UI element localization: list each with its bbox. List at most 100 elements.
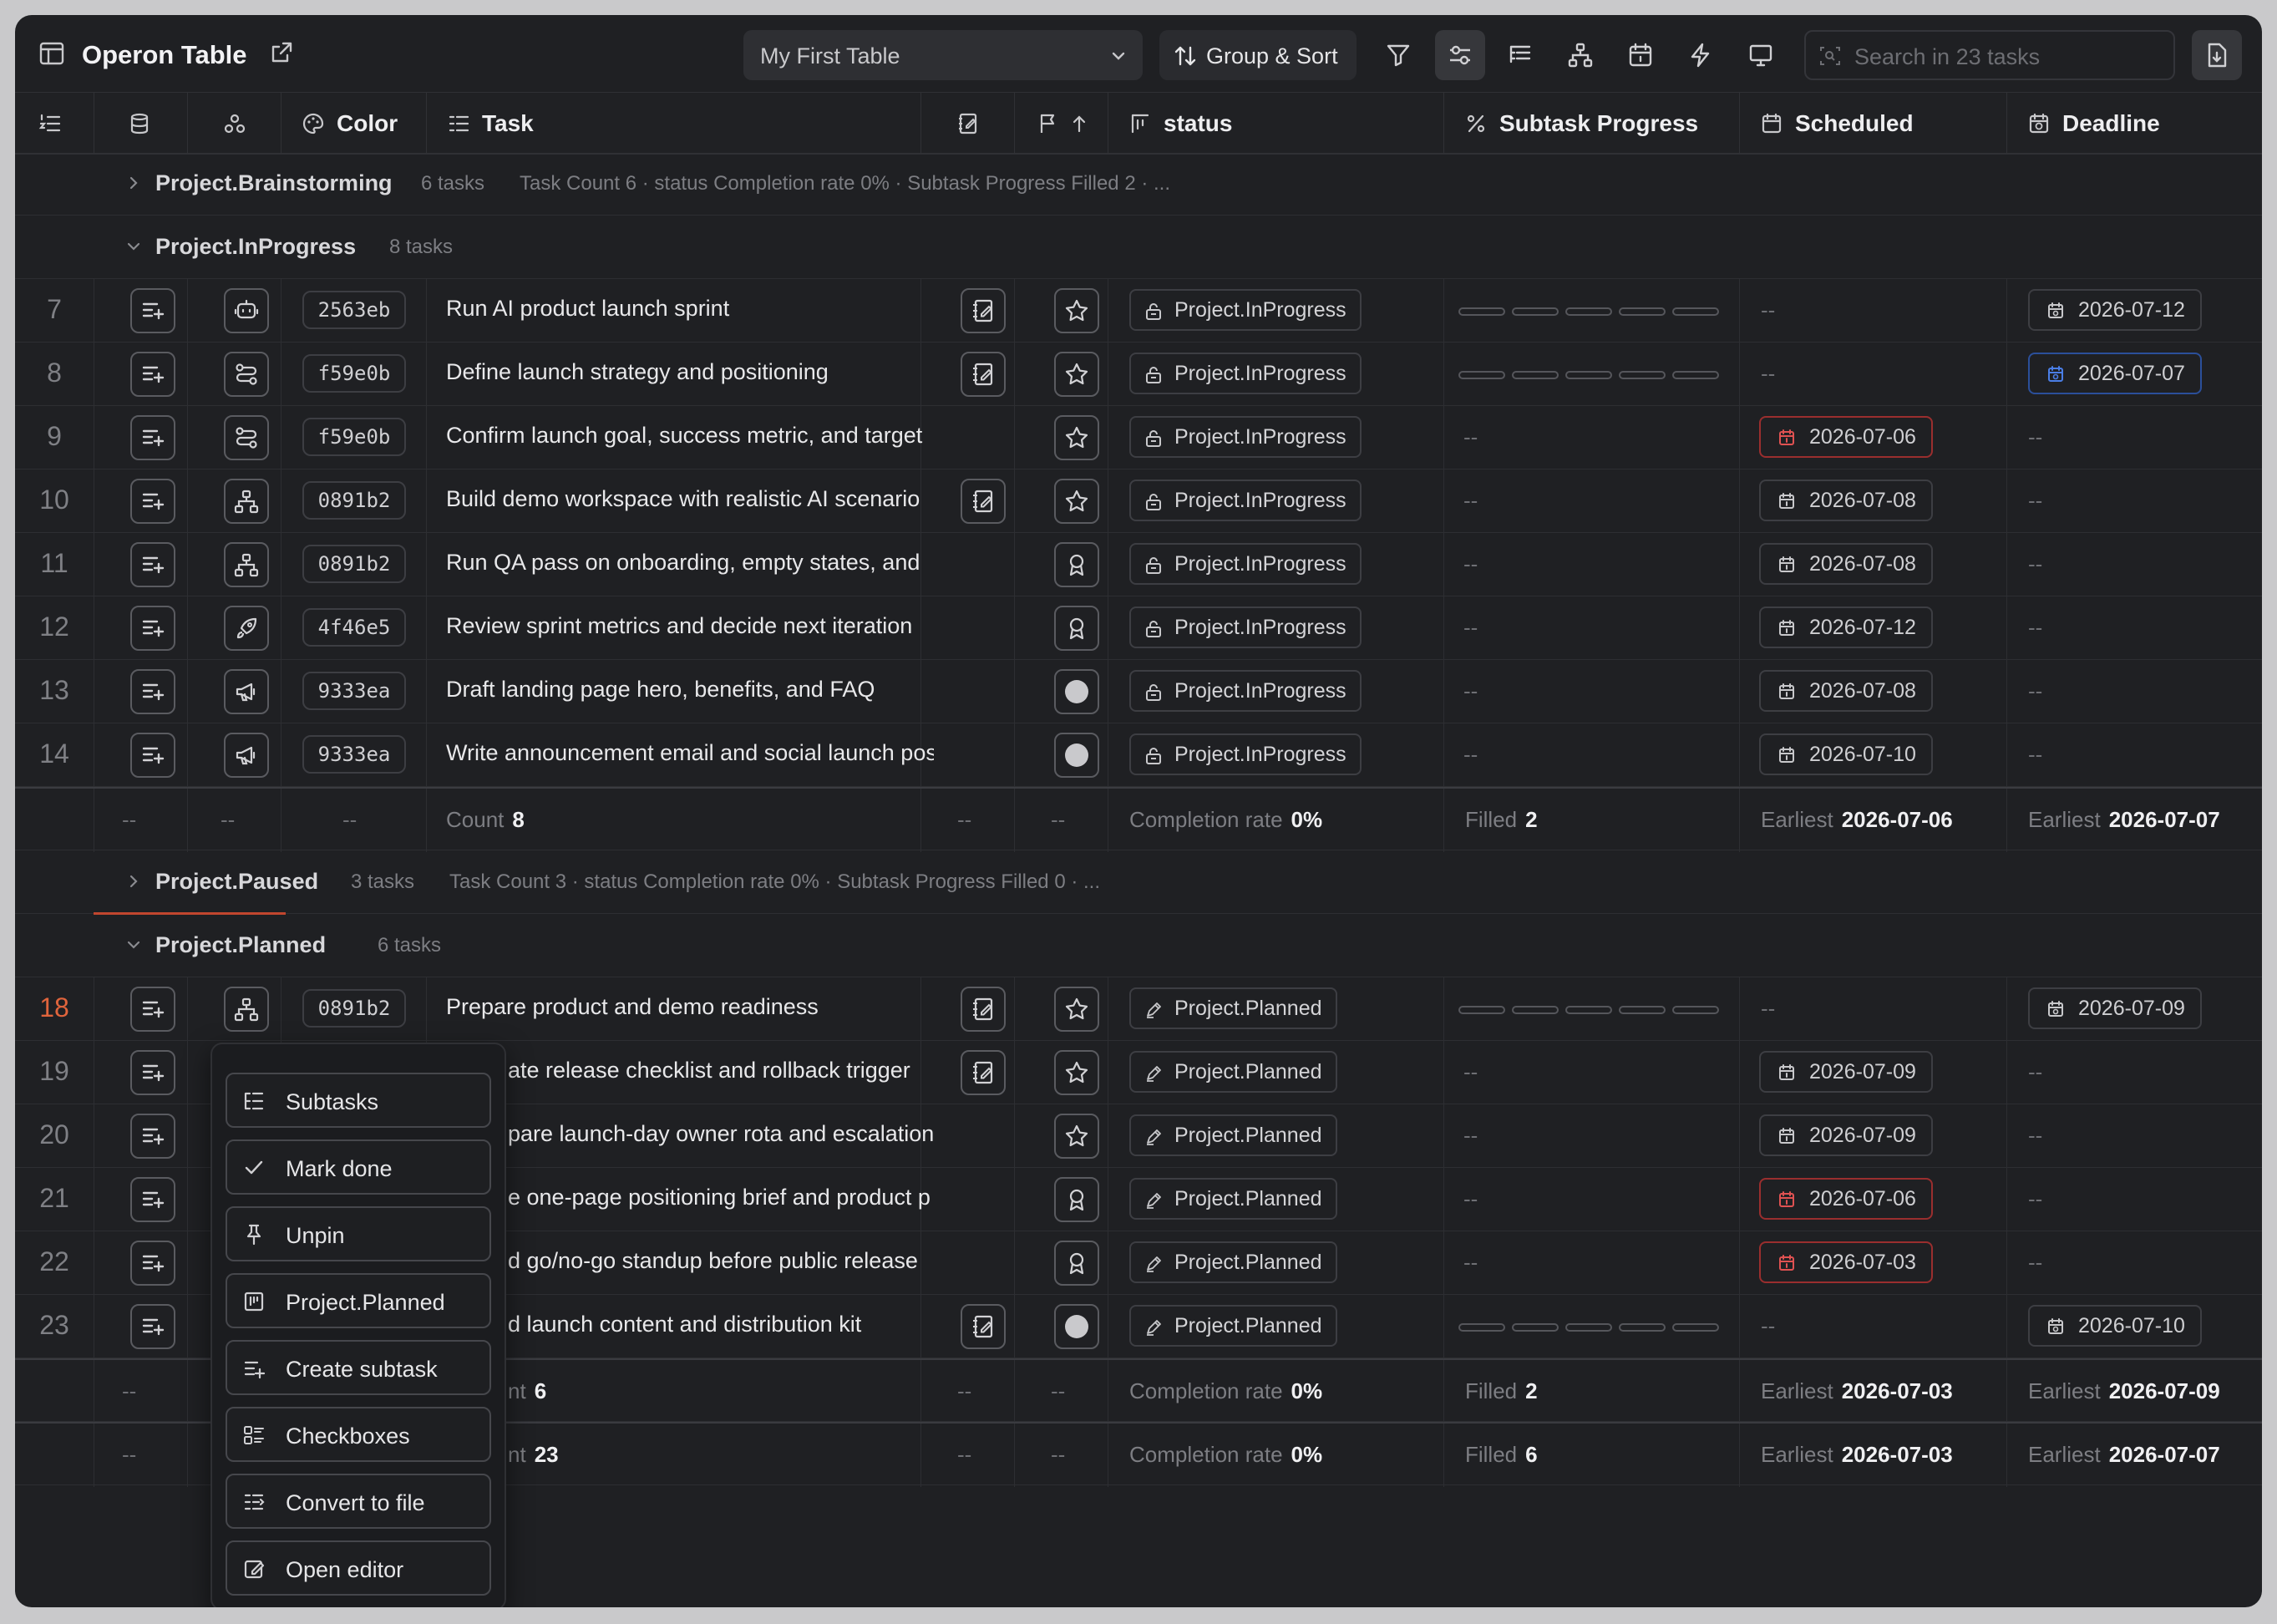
menu-project-planned[interactable]: Project.Planned (226, 1273, 491, 1328)
table-select[interactable]: My First Table (743, 30, 1143, 80)
deadline-date[interactable]: 2026-07-10 (2028, 1305, 2202, 1347)
task-name[interactable]: e one-page positioning brief and product… (508, 1185, 934, 1210)
task-name[interactable]: Write announcement email and social laun… (446, 740, 934, 766)
table-row[interactable]: 9 f59e0b Confirm launch goal, success metr… (15, 406, 2262, 469)
header-row-number[interactable] (15, 93, 94, 153)
task-name[interactable]: Prepare product and demo readiness (446, 994, 934, 1020)
scheduled-date[interactable]: 2026-07-03 (1759, 1241, 1933, 1283)
priority-button[interactable] (1054, 479, 1099, 524)
menu-convert-to-file[interactable]: Convert to file (226, 1474, 491, 1529)
group-header[interactable]: Project.InProgress 8 tasks (15, 216, 2262, 279)
menu-checkboxes[interactable]: Checkboxes (226, 1407, 491, 1462)
color-hash[interactable]: 4f46e5 (302, 608, 406, 647)
header-color[interactable]: Color (281, 93, 426, 153)
chevron-right-icon[interactable] (124, 871, 144, 891)
group-header[interactable]: Project.Planned 6 tasks (15, 914, 2262, 977)
notes-button[interactable] (961, 987, 1006, 1032)
table-row[interactable]: 14 9333ea Write announcement email and soc… (15, 723, 2262, 787)
scheduled-date[interactable]: 2026-07-09 (1759, 1114, 1933, 1156)
settings-sliders-button[interactable] (1435, 30, 1485, 80)
add-subtask-button[interactable] (130, 1304, 175, 1349)
group-header[interactable]: Project.Brainstorming 6 tasks Task Count 6… (15, 152, 2262, 216)
table-row[interactable]: 12 4f46e5 Review sprint metrics and decide… (15, 596, 2262, 660)
add-subtask-button[interactable] (130, 415, 175, 460)
filter-button[interactable] (1373, 30, 1423, 80)
table-row[interactable]: 11 0891b2 Run QA pass on onboarding, empty… (15, 533, 2262, 596)
chevron-down-icon[interactable] (124, 935, 144, 955)
status-badge[interactable]: Project.InProgress (1129, 289, 1362, 331)
notes-button[interactable] (961, 1304, 1006, 1349)
header-status[interactable]: status (1108, 93, 1443, 153)
header-task[interactable]: Task (426, 93, 920, 153)
scheduled-date[interactable]: 2026-07-08 (1759, 543, 1933, 585)
scheduled-date[interactable]: 2026-07-09 (1759, 1051, 1933, 1093)
display-button[interactable] (1736, 30, 1786, 80)
add-subtask-button[interactable] (130, 733, 175, 778)
automation-button[interactable] (1676, 30, 1726, 80)
status-badge[interactable]: Project.Planned (1129, 1178, 1337, 1220)
chevron-right-icon[interactable] (124, 173, 144, 193)
status-badge[interactable]: Project.Planned (1129, 1051, 1337, 1093)
color-hash[interactable]: 9333ea (302, 672, 406, 710)
priority-button[interactable] (1054, 288, 1099, 333)
priority-circle[interactable] (1054, 669, 1099, 714)
priority-button[interactable] (1054, 352, 1099, 397)
export-button[interactable] (2192, 30, 2242, 80)
category-icon-button[interactable] (224, 669, 269, 714)
task-name[interactable]: Draft landing page hero, benefits, and F… (446, 677, 934, 703)
table-row[interactable]: 7 2563eb Run AI product launch sprint Proje… (15, 279, 2262, 343)
task-name[interactable]: Run AI product launch sprint (446, 296, 934, 322)
add-subtask-button[interactable] (130, 669, 175, 714)
status-badge[interactable]: Project.InProgress (1129, 353, 1362, 394)
status-badge[interactable]: Project.Planned (1129, 1305, 1337, 1347)
status-badge[interactable]: Project.Planned (1129, 987, 1337, 1029)
search-field[interactable]: Search in 23 tasks (1804, 30, 2175, 80)
category-icon-button[interactable] (224, 733, 269, 778)
add-subtask-button[interactable] (130, 479, 175, 524)
status-badge[interactable]: Project.Planned (1129, 1241, 1337, 1283)
group-header[interactable]: Project.Paused 3 tasks Task Count 3 · stat… (15, 850, 2262, 914)
add-subtask-button[interactable] (130, 1241, 175, 1286)
task-name[interactable]: Define launch strategy and positioning (446, 359, 934, 385)
category-icon-button[interactable] (224, 606, 269, 651)
header-priority-sort[interactable] (1014, 93, 1108, 153)
priority-circle[interactable] (1054, 1304, 1099, 1349)
scheduled-date[interactable]: 2026-07-06 (1759, 416, 1933, 458)
header-notes[interactable] (920, 93, 1014, 153)
priority-button[interactable] (1054, 415, 1099, 460)
status-badge[interactable]: Project.Planned (1129, 1114, 1337, 1156)
priority-button[interactable] (1054, 542, 1099, 587)
group-sort-button[interactable]: Group & Sort (1159, 30, 1357, 80)
notes-button[interactable] (961, 1050, 1006, 1095)
header-database[interactable] (94, 93, 187, 153)
add-subtask-button[interactable] (130, 606, 175, 651)
task-name[interactable]: d launch content and distribution kit (508, 1312, 934, 1337)
add-subtask-button[interactable] (130, 352, 175, 397)
menu-mark-done[interactable]: Mark done (226, 1139, 491, 1195)
color-hash[interactable]: 0891b2 (302, 545, 406, 583)
add-subtask-button[interactable] (130, 1050, 175, 1095)
task-name[interactable]: d go/no-go standup before public release (508, 1248, 934, 1274)
scheduled-date[interactable]: 2026-07-08 (1759, 480, 1933, 521)
color-hash[interactable]: f59e0b (302, 418, 406, 456)
category-icon-button[interactable] (224, 542, 269, 587)
list-indent-button[interactable] (1495, 30, 1545, 80)
chevron-down-icon[interactable] (124, 236, 144, 256)
color-hash[interactable]: f59e0b (302, 354, 406, 393)
task-name[interactable]: ate release checklist and rollback trigg… (508, 1058, 934, 1084)
status-badge[interactable]: Project.InProgress (1129, 733, 1362, 775)
status-badge[interactable]: Project.InProgress (1129, 416, 1362, 458)
priority-circle[interactable] (1054, 733, 1099, 778)
add-subtask-button[interactable] (130, 288, 175, 333)
deadline-date[interactable]: 2026-07-07 (2028, 353, 2202, 394)
color-hash[interactable]: 2563eb (302, 291, 406, 329)
category-icon-button[interactable] (224, 479, 269, 524)
scheduled-date[interactable]: 2026-07-12 (1759, 606, 1933, 648)
priority-button[interactable] (1054, 1177, 1099, 1222)
notes-button[interactable] (961, 288, 1006, 333)
status-badge[interactable]: Project.InProgress (1129, 543, 1362, 585)
deadline-date[interactable]: 2026-07-09 (2028, 987, 2202, 1029)
hierarchy-button[interactable] (1555, 30, 1605, 80)
header-deadline[interactable]: Deadline (2006, 93, 2262, 153)
color-hash[interactable]: 0891b2 (302, 989, 406, 1028)
